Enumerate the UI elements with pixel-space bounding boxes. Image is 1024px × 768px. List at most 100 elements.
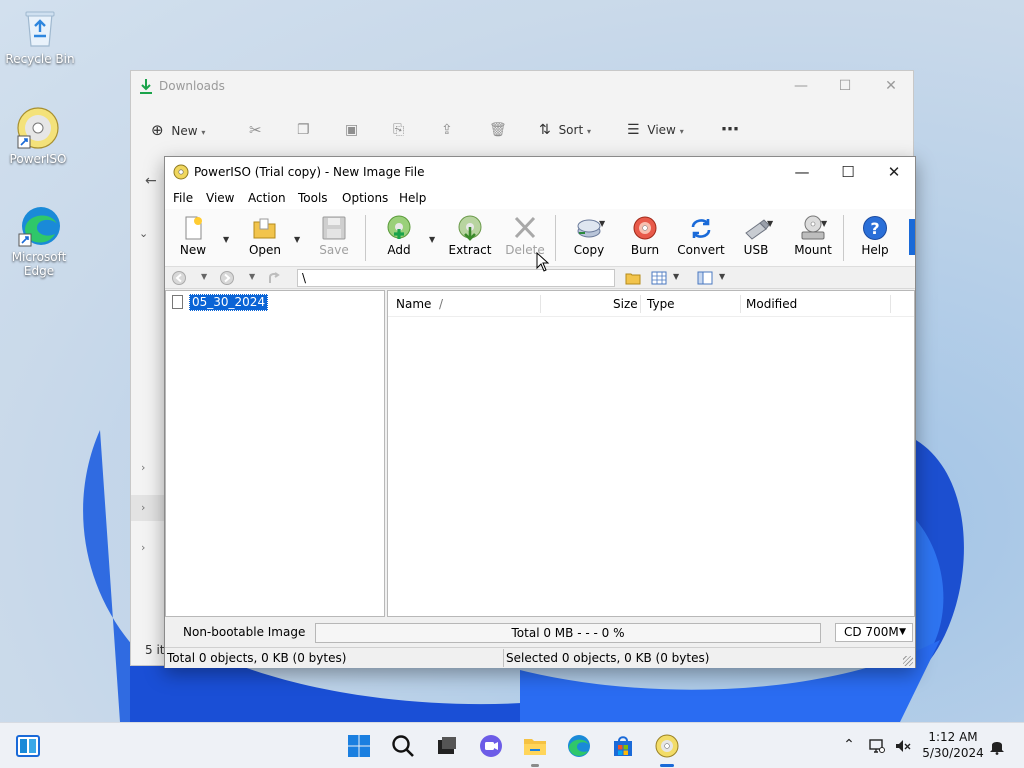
desktop-icon-poweriso[interactable]: PowerISO	[0, 106, 76, 166]
file-explorer-icon[interactable]	[522, 733, 548, 759]
poweriso-window[interactable]: PowerISO (Trial copy) - New Image File —…	[164, 156, 916, 668]
search-icon[interactable]	[390, 733, 416, 759]
resize-grip[interactable]	[903, 656, 913, 666]
close-button[interactable]: ✕	[871, 157, 917, 187]
chat-icon[interactable]	[478, 733, 504, 759]
column-name[interactable]: Name	[396, 297, 431, 311]
toolbar-separator	[365, 215, 366, 261]
nav-pane-item[interactable]: ›	[131, 535, 165, 561]
view-mode-dropdown-icon[interactable]: ▼	[673, 272, 679, 281]
poweriso-taskbar-icon[interactable]	[654, 733, 680, 759]
extract-button[interactable]: Extract	[447, 215, 493, 263]
path-input[interactable]: \	[297, 269, 615, 287]
forward-dropdown-icon[interactable]: ▼	[249, 272, 255, 281]
cut-icon[interactable]: ✂	[249, 120, 262, 140]
burn-button[interactable]: Burn	[627, 215, 663, 263]
back-icon[interactable]	[171, 271, 187, 285]
poweriso-disc-icon	[16, 106, 60, 150]
paste-icon[interactable]: ▣	[345, 120, 358, 140]
rename-icon[interactable]: ⎘	[393, 120, 404, 140]
window-title: PowerISO (Trial copy) - New Image File	[194, 165, 425, 179]
edge-icon[interactable]	[566, 733, 592, 759]
help-button[interactable]: ? Help	[857, 215, 893, 263]
sort-label: Sort	[558, 123, 584, 137]
usb-dropdown-arrow[interactable]: ▼	[767, 219, 773, 228]
network-icon[interactable]	[868, 737, 886, 755]
tree-node-label[interactable]: 05_30_2024	[189, 294, 269, 311]
column-size[interactable]: Size	[613, 297, 638, 311]
add-dropdown-arrow[interactable]: ▼	[429, 235, 435, 244]
convert-button[interactable]: Convert	[677, 215, 725, 263]
nav-pane-item[interactable]: ›	[131, 455, 165, 481]
task-view-icon[interactable]	[434, 733, 460, 759]
usb-label: USB	[743, 243, 769, 257]
column-modified[interactable]: Modified	[746, 297, 797, 311]
clock-time: 1:12 AM	[928, 730, 978, 744]
up-folder-icon[interactable]	[267, 271, 283, 285]
column-type[interactable]: Type	[647, 297, 675, 311]
new-label: New	[171, 124, 198, 138]
close-button[interactable]: ✕	[881, 77, 901, 95]
menu-tools[interactable]: Tools	[298, 191, 328, 205]
save-button[interactable]: Save	[315, 215, 353, 263]
delete-icon[interactable]: 🗑	[489, 120, 507, 140]
store-icon[interactable]	[610, 733, 636, 759]
open-button[interactable]: Open	[245, 215, 285, 263]
share-icon[interactable]: ⇪	[441, 120, 453, 140]
menu-help[interactable]: Help	[399, 191, 426, 205]
folder-icon[interactable]	[625, 271, 641, 285]
back-dropdown-icon[interactable]: ▼	[201, 272, 207, 281]
back-arrow-icon[interactable]: ←	[145, 173, 157, 189]
new-button[interactable]: ⊕ New ▾	[151, 120, 205, 140]
menu-view[interactable]: View	[206, 191, 234, 205]
object-status-bar: Total 0 objects, 0 KB (0 bytes) Selected…	[165, 647, 915, 668]
forward-icon[interactable]	[219, 271, 235, 285]
file-list-pane[interactable]: Name / Size Type Modified	[387, 290, 915, 617]
title-bar[interactable]: PowerISO (Trial copy) - New Image File —…	[165, 157, 915, 187]
column-separator[interactable]	[740, 295, 741, 313]
desktop-icon-microsoft-edge[interactable]: Microsoft Edge	[0, 204, 78, 278]
column-separator[interactable]	[540, 295, 541, 313]
chevron-down-icon: ▾	[201, 128, 206, 137]
menu-file[interactable]: File	[173, 191, 193, 205]
mount-dropdown-arrow[interactable]: ▼	[821, 219, 827, 228]
copy-icon[interactable]: ❐	[297, 120, 310, 140]
sort-button[interactable]: ⇅ Sort ▾	[539, 120, 591, 140]
view-mode-icon[interactable]	[651, 271, 667, 285]
column-header-row: Name / Size Type Modified	[388, 291, 914, 317]
minimize-button[interactable]: —	[791, 77, 811, 95]
view-button[interactable]: ☰ View ▾	[627, 120, 684, 140]
notifications-icon[interactable]	[988, 737, 1006, 755]
window-title: Downloads	[159, 79, 225, 93]
layout-dropdown-icon[interactable]: ▼	[719, 272, 725, 281]
extract-icon	[456, 215, 484, 241]
more-options-button[interactable]: ⋯	[721, 120, 739, 140]
nav-pane-item[interactable]: ›	[131, 495, 165, 521]
layout-icon[interactable]	[697, 271, 713, 285]
menu-options[interactable]: Options	[342, 191, 388, 205]
media-type-value: CD 700M	[844, 625, 899, 639]
menu-action[interactable]: Action	[248, 191, 286, 205]
add-button[interactable]: Add	[379, 215, 419, 263]
chevron-down-icon[interactable]: ⌄	[139, 227, 148, 240]
start-windows-icon[interactable]	[346, 733, 372, 759]
copy-dropdown-arrow[interactable]: ▼	[599, 219, 605, 228]
widgets-icon[interactable]	[15, 733, 41, 759]
media-type-select[interactable]: CD 700M ▼	[835, 623, 913, 642]
chevron-up-icon[interactable]: ⌃	[840, 737, 858, 755]
minimize-button[interactable]: —	[779, 157, 825, 187]
column-separator[interactable]	[640, 295, 641, 313]
column-separator[interactable]	[890, 295, 891, 313]
desktop-icon-recycle-bin[interactable]: Recycle Bin	[2, 6, 78, 66]
new-button[interactable]: New	[173, 215, 213, 263]
usb-drive-icon	[742, 215, 770, 241]
new-dropdown-arrow[interactable]: ▼	[223, 235, 229, 244]
folder-tree-pane[interactable]: 05_30_2024	[165, 290, 385, 617]
mount-button[interactable]: Mount	[791, 215, 835, 263]
open-dropdown-arrow[interactable]: ▼	[294, 235, 300, 244]
volume-muted-icon[interactable]	[894, 737, 912, 755]
system-clock[interactable]: 1:12 AM 5/30/2024	[920, 729, 986, 761]
save-label: Save	[319, 243, 349, 257]
maximize-button[interactable]: ☐	[835, 77, 855, 95]
maximize-button[interactable]: ☐	[825, 157, 871, 187]
